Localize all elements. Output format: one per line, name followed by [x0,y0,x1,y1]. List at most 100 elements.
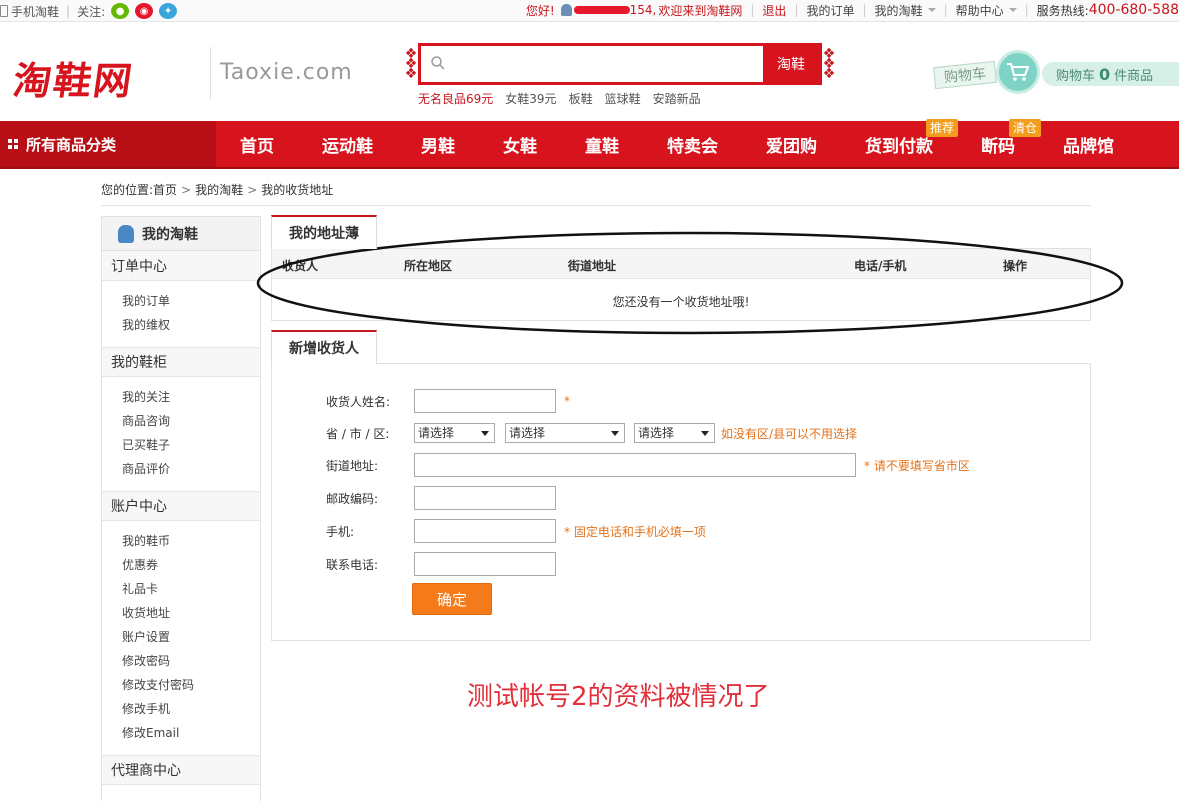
sidebar-item-change-mobile[interactable]: 修改手机 [122,697,260,721]
sidebar-item-coupons[interactable]: 优惠券 [122,553,260,577]
hot-keyword[interactable]: 无名良品69元 [418,90,493,107]
breadcrumb: 您的位置: 首页 > 我的淘鞋 > 我的收货地址 [101,181,333,198]
sidebar-item-change-pay-password[interactable]: 修改支付密码 [122,673,260,697]
confirm-button[interactable]: 确定 [412,583,492,615]
province-select[interactable]: 请选择 [414,423,495,443]
username-suffix: 154, [629,3,657,17]
qzone-icon[interactable]: ✦ [159,3,178,19]
region-label: 省 / 市 / 区: [326,426,390,441]
my-orders-link[interactable]: 我的订单 [806,2,854,19]
nav-item-group-buy[interactable]: 爱团购 [766,121,817,167]
phone-label: 联系电话: [326,557,379,572]
sidebar-item-addresses[interactable]: 收货地址 [122,601,260,625]
ornament-icon: ❖ ❖ ❖ [822,46,836,82]
top-bar: 手机淘鞋 | 关注: ● ◉ ✦ 您好! 154, 欢迎来到淘鞋网 | 退出 |… [0,0,1179,22]
search-button[interactable]: 淘鞋 [763,46,819,82]
weibo-icon[interactable]: ◉ [135,3,154,19]
nav-item-women[interactable]: 女鞋 [503,121,537,167]
mobile-link[interactable]: 手机淘鞋 [11,3,59,20]
sidebar-item-my-claims[interactable]: 我的维权 [122,313,260,337]
tab-new-address[interactable]: 新增收货人 [271,330,377,364]
sidebar-item-account-settings[interactable]: 账户设置 [122,625,260,649]
welcome-text: 欢迎来到淘鞋网 [658,3,743,18]
my-taoxie-menu[interactable]: 我的淘鞋 [875,2,923,19]
district-select-value: 请选择 [638,426,675,440]
tab-address-book[interactable]: 我的地址薄 [271,215,377,249]
nav-item-men[interactable]: 男鞋 [421,121,455,167]
nav-item-home[interactable]: 首页 [240,121,274,167]
sidebar-item-my-orders[interactable]: 我的订单 [122,289,260,313]
sidebar-section-account: 账户中心 [102,491,260,521]
hot-keyword[interactable]: 女鞋39元 [505,90,556,107]
nav-item-brands[interactable]: 品牌馆 [1063,121,1114,167]
divider: | [862,3,867,17]
redacted-username [573,6,630,14]
phone-icon [0,5,8,17]
sidebar-item-change-password[interactable]: 修改密码 [122,649,260,673]
nav-item-cod[interactable]: 货到付款 [865,121,933,167]
ornament-icon: ❖ ❖ ❖ [404,46,418,82]
user-icon [560,4,572,16]
all-categories-button[interactable]: 所有商品分类 [0,121,216,167]
column-header: 收货人 [282,259,319,273]
search-input[interactable] [453,50,753,78]
hot-keyword[interactable]: 篮球鞋 [605,90,641,107]
search-box: 淘鞋 [418,43,822,85]
top-bar-left: 手机淘鞋 | 关注: ● ◉ ✦ [0,2,178,20]
form-row-street: 街道地址: * 请不要填写省市区 [272,453,1090,477]
chevron-down-icon [1008,8,1017,12]
top-bar-right: 您好! 154, 欢迎来到淘鞋网 | 退出 | 我的订单 | 我的淘鞋 | 帮助… [526,0,1179,20]
zip-code-field[interactable] [414,486,556,510]
chevron-right-icon: > [247,182,258,197]
province-select-value: 请选择 [418,426,455,440]
sidebar-item-inquiries[interactable]: 商品咨询 [122,409,260,433]
sidebar-item-gift-cards[interactable]: 礼品卡 [122,577,260,601]
nav-item-sale[interactable]: 特卖会 [667,121,718,167]
cart-widget[interactable]: 购物车 购物车 0 件商品 [933,50,1179,94]
sidebar-item-following[interactable]: 我的关注 [122,385,260,409]
breadcrumb-home[interactable]: 首页 [153,181,177,198]
sidebar-item-reviews[interactable]: 商品评价 [122,457,260,481]
help-center-menu[interactable]: 帮助中心 [956,2,1004,19]
sidebar-item-purchased[interactable]: 已买鞋子 [122,433,260,457]
chevron-down-icon [927,8,936,12]
cart-summary: 购物车 0 件商品 [1042,62,1179,86]
logo-divider [210,47,211,99]
nav-item-sports[interactable]: 运动鞋 [322,121,373,167]
site-logo[interactable]: 淘鞋网 [10,50,138,105]
sidebar-item-change-email[interactable]: 修改Email [122,721,260,745]
mobile-label: 手机: [326,524,355,539]
column-header: 操作 [1003,259,1028,273]
sidebar-title: 我的淘鞋 [142,226,198,243]
recommend-badge: 推荐 [926,119,959,137]
city-select[interactable]: 请选择 [505,423,625,443]
region-hint: 如没有区/县可以不用选择 [721,426,858,441]
hot-keyword[interactable]: 板鞋 [569,90,593,107]
form-row-phone: 联系电话: [272,552,1090,576]
form-row-zip: 邮政编码: [272,486,1090,510]
district-select[interactable]: 请选择 [634,423,715,443]
sidebar-item-coins[interactable]: 我的鞋币 [122,529,260,553]
wechat-icon[interactable]: ● [111,3,130,19]
sidebar-list-shoe-cabinet: 我的关注 商品咨询 已买鞋子 商品评价 [102,377,260,491]
phone-field[interactable] [414,552,556,576]
dropdown-arrow-icon [701,431,709,436]
name-label: 收货人姓名: [326,394,391,409]
hot-keyword[interactable]: 安踏新品 [653,90,701,107]
hotline-number: 400-680-588 [1088,2,1179,18]
mobile-field[interactable] [414,519,556,543]
recipient-name-field[interactable] [414,389,556,413]
nav-item-kids[interactable]: 童鞋 [585,121,619,167]
street-address-field[interactable] [414,453,856,477]
cart-unit: 件商品 [1114,68,1154,84]
clearance-badge: 清仓 [1009,119,1042,137]
breadcrumb-my-taoxie[interactable]: 我的淘鞋 [195,181,243,198]
logout-link[interactable]: 退出 [762,2,786,19]
divider: | [794,3,799,17]
greeting: 您好! [525,3,555,18]
chevron-right-icon: > [181,182,192,197]
site-domain: Taoxie.com [220,60,353,85]
hot-keywords: 无名良品69元 女鞋39元 板鞋 篮球鞋 安踏新品 [418,90,701,107]
user-icon [118,224,134,243]
required-asterisk: * [564,394,570,408]
